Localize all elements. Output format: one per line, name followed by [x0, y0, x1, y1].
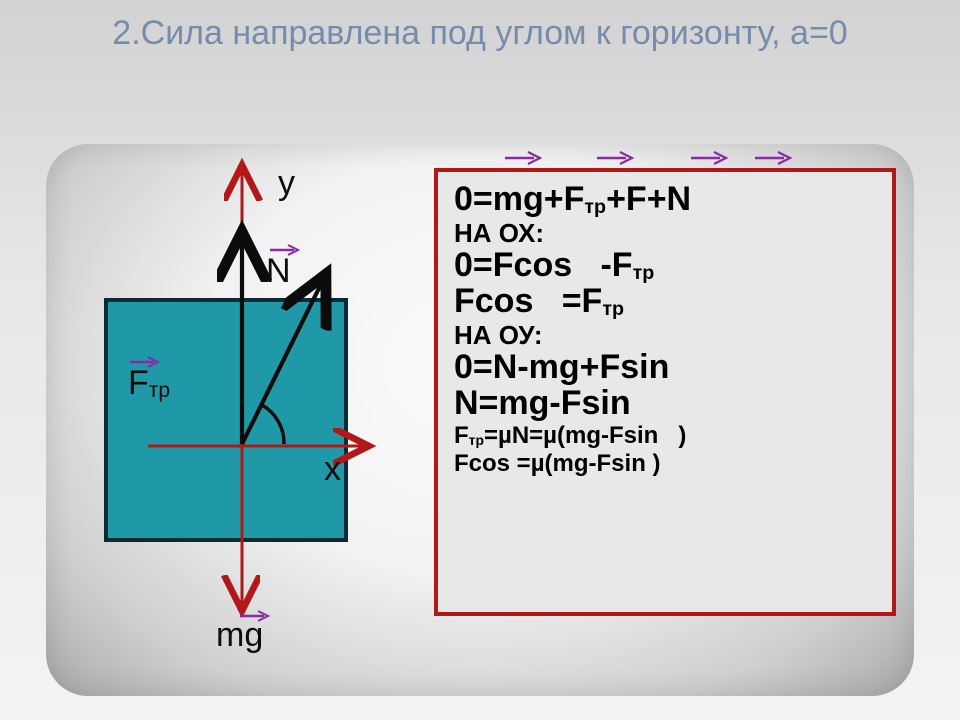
vector-mark-icon — [688, 150, 728, 166]
equation-line: 0=mg+Fтр+F+N — [454, 182, 880, 216]
equation-line: Fcos =µ(mg-Fsin ) — [454, 452, 880, 476]
equation-line: Fcos =Fтр — [454, 284, 880, 318]
equation-line: 0=Fcos -Fтр — [454, 248, 880, 282]
equation-line: НА ОУ: — [454, 322, 880, 348]
vector-mark-icon — [594, 150, 634, 166]
vector-mark-icon — [502, 150, 542, 166]
equations-panel: 0=mg+Fтр+F+N НА ОХ: 0=Fcos -Fтр Fcos =Fт… — [434, 168, 896, 616]
vector-mark-icon — [752, 150, 792, 166]
equation-line: 0=N-mg+Fsin — [454, 350, 880, 384]
equation-line: Fтр=µN=µ(mg-Fsin ) — [454, 424, 880, 448]
slide-title: 2.Сила направлена под углом к горизонту,… — [0, 12, 960, 55]
equation-line: НА ОХ: — [454, 220, 880, 246]
equation-line: N=mg-Fsin — [454, 386, 880, 420]
